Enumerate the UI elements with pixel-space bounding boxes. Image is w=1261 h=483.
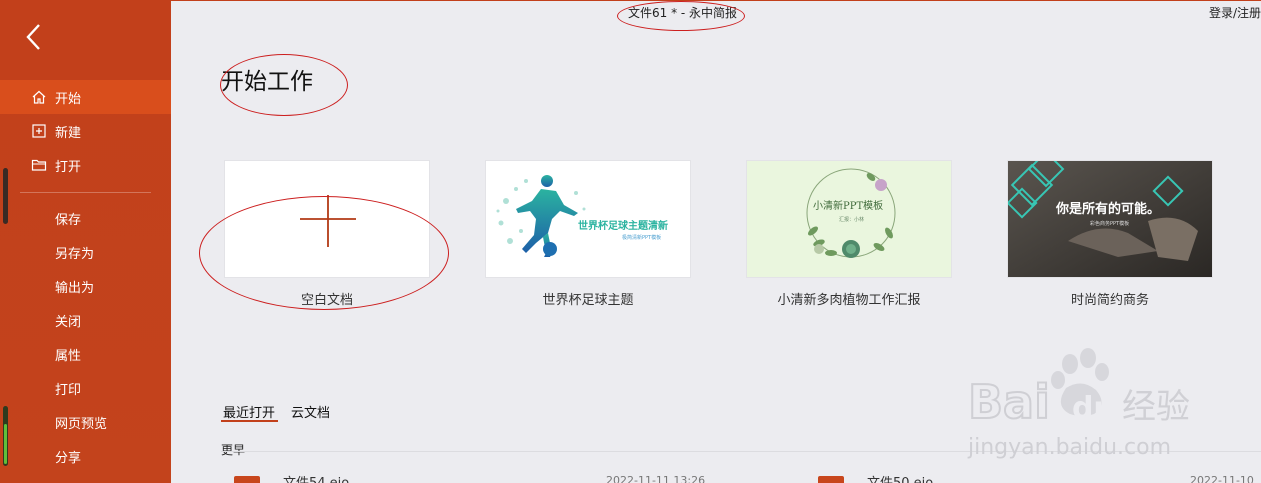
template-thumbnail	[224, 160, 430, 278]
template-thumbnail: 世界杯足球主题清新 极简清新PPT模板	[485, 160, 691, 278]
sidebar-item-label: 开始	[55, 91, 82, 107]
sidebar-divider	[20, 192, 151, 193]
back-button[interactable]	[22, 22, 48, 52]
template-card-blank[interactable]: 空白文档	[224, 160, 430, 308]
recent-file-date: 2022-11-11 13:26	[606, 474, 706, 483]
resize-handle[interactable]	[3, 168, 8, 224]
sidebar-item-label: 打印	[55, 382, 82, 398]
sidebar-item-label: 打开	[55, 159, 82, 175]
template-thumbnail: 小清新PPT模板 汇报：小林	[746, 160, 952, 278]
baidu-jingyan-watermark: Bai du 经验 jingyan.baidu.com	[962, 344, 1198, 474]
tab-cloud[interactable]: 云文档	[291, 402, 330, 421]
thumb-title: 小清新PPT模板	[813, 199, 883, 212]
window-title: 文件61 * - 永中简报	[628, 6, 738, 20]
sidebar-item-open[interactable]: 打开	[0, 148, 171, 182]
sidebar-item-properties[interactable]: 属性	[0, 337, 171, 371]
login-link[interactable]: 登录/注册	[1209, 4, 1261, 21]
thumb-subtitle: 汇报：小林	[839, 216, 864, 223]
thumb-subtitle: 极简清新PPT模板	[622, 234, 661, 241]
sidebar-item-close[interactable]: 关闭	[0, 303, 171, 337]
sidebar-item-label: 另存为	[55, 246, 95, 262]
template-card-business[interactable]: 你是所有的可能。 彩色商务PPT模板 时尚简约商务	[1007, 160, 1213, 308]
recent-file-name: 文件50.eio	[867, 472, 933, 483]
chevron-left-icon	[26, 24, 40, 50]
recent-file-row[interactable]: 文件54.eio 2022-11-11 13:26	[234, 466, 734, 483]
template-caption: 时尚简约商务	[1070, 293, 1149, 308]
home-icon	[31, 89, 47, 105]
sidebar-item-label: 属性	[55, 348, 82, 364]
template-thumbnail: 你是所有的可能。 彩色商务PPT模板	[1007, 160, 1213, 278]
sidebar-item-export[interactable]: 输出为	[0, 269, 171, 303]
thumb-subtitle: 彩色商务PPT模板	[1090, 220, 1129, 227]
tab-recent[interactable]: 最近打开	[223, 402, 275, 421]
section-label: 更早	[221, 443, 246, 457]
sidebar-item-label: 保存	[55, 212, 82, 228]
recent-file-name: 文件54.eio	[283, 472, 349, 483]
sidebar-item-label: 分享	[55, 450, 82, 466]
sidebar-item-new[interactable]: 新建	[0, 114, 171, 148]
recent-file-date: 2022-11-10	[1190, 474, 1254, 483]
template-card-succulent[interactable]: 小清新PPT模板 汇报：小林 小清新多肉植物工作汇报	[746, 160, 952, 308]
template-card-worldcup[interactable]: 世界杯足球主题清新 极简清新PPT模板 世界杯足球主题	[485, 160, 691, 308]
presentation-file-icon	[818, 476, 844, 483]
presentation-file-icon	[234, 476, 260, 483]
tab-active-indicator	[221, 420, 278, 422]
top-border	[171, 0, 1261, 1]
wreath-illustration: 小清新PPT模板 汇报：小林	[806, 168, 896, 258]
sidebar-item-print[interactable]: 打印	[0, 371, 171, 405]
business-photo-illustration: 你是所有的可能。 彩色商务PPT模板	[1008, 161, 1212, 277]
section-divider	[221, 451, 1261, 452]
level-meter	[3, 406, 8, 466]
template-caption: 空白文档	[300, 293, 353, 308]
sidebar: 开始 新建 打开 保存 另存为 输出为 关闭 属性 打印 网页预览 分享	[0, 0, 171, 483]
sidebar-item-label: 新建	[55, 125, 82, 141]
watermark-brand-mark: du	[1072, 391, 1115, 426]
folder-icon	[31, 157, 47, 173]
sidebar-item-save-as[interactable]: 另存为	[0, 235, 171, 269]
thumb-title: 你是所有的可能。	[1055, 201, 1160, 217]
recent-file-row[interactable]: 文件50.eio 2022-11-10	[818, 466, 1261, 483]
sidebar-item-web-preview[interactable]: 网页预览	[0, 405, 171, 439]
sidebar-item-label: 网页预览	[55, 416, 108, 432]
sidebar-item-label: 输出为	[55, 280, 95, 296]
sidebar-item-share[interactable]: 分享	[0, 439, 171, 473]
plus-square-icon	[31, 123, 47, 139]
sidebar-item-save[interactable]: 保存	[0, 201, 171, 235]
sidebar-item-label: 关闭	[55, 314, 82, 330]
plus-icon	[300, 195, 356, 247]
watermark-url: jingyan.baidu.com	[967, 435, 1171, 460]
template-caption: 世界杯足球主题	[542, 293, 634, 308]
sidebar-item-start[interactable]: 开始	[0, 80, 171, 114]
template-caption: 小清新多肉植物工作汇报	[777, 293, 921, 308]
watermark-brand-left: Bai	[968, 375, 1050, 429]
page-title: 开始工作	[221, 69, 313, 95]
watermark-brand-right: 经验	[1122, 387, 1190, 427]
thumb-title: 世界杯足球主题清新	[578, 219, 668, 232]
soccer-player-illustration: 世界杯足球主题清新 极简清新PPT模板	[496, 175, 668, 257]
